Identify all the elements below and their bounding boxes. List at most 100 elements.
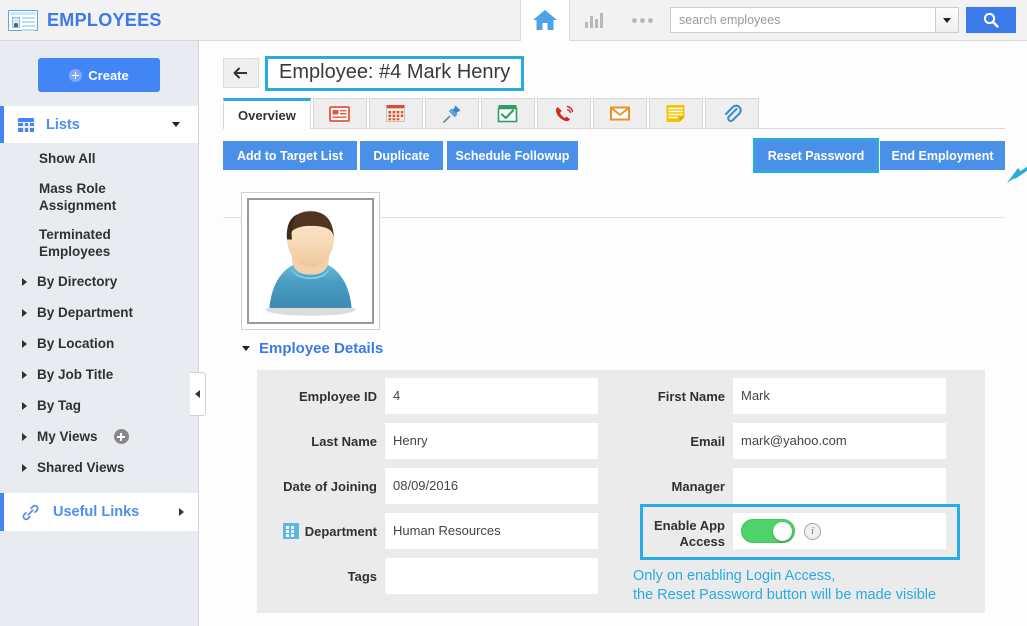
end-employment-button[interactable]: End Employment xyxy=(880,141,1005,170)
field-value-employee-id[interactable]: 4 xyxy=(385,378,598,414)
sidebar-item-by-tag-label: By Tag xyxy=(37,398,82,413)
task-calendar-icon xyxy=(498,105,518,123)
search-input[interactable] xyxy=(670,7,935,33)
tab-pinned[interactable] xyxy=(424,98,479,128)
field-row-manager: Manager xyxy=(605,468,946,513)
chevron-right-icon xyxy=(22,401,27,410)
field-row-first-name: First Name Mark xyxy=(605,378,946,423)
chevron-right-icon xyxy=(179,508,184,516)
title-row: Employee: #4 Mark Henry xyxy=(200,41,1027,91)
field-label-enable-app-access-line1: Enable App xyxy=(653,518,725,533)
app-title: EMPLOYEES xyxy=(47,9,162,30)
plus-circle-icon xyxy=(69,68,83,82)
search-area xyxy=(670,7,1016,33)
employee-details-label: Employee Details xyxy=(259,340,384,357)
reports-button[interactable] xyxy=(570,0,618,41)
sidebar-item-by-location[interactable]: By Location xyxy=(0,328,198,359)
field-row-date-of-joining: Date of Joining 08/09/2016 xyxy=(257,468,598,513)
chevron-right-icon xyxy=(22,277,27,286)
back-button[interactable] xyxy=(223,58,259,88)
field-value-tags[interactable] xyxy=(385,558,598,594)
chevron-right-icon xyxy=(22,370,27,379)
field-value-date-of-joining[interactable]: 08/09/2016 xyxy=(385,468,598,504)
enable-app-access-toggle[interactable] xyxy=(741,519,795,543)
top-bar-tools xyxy=(520,0,1016,41)
search-submit-button[interactable] xyxy=(966,7,1016,33)
tab-overview[interactable]: Overview xyxy=(223,98,311,129)
tab-attachments[interactable] xyxy=(704,98,759,128)
chevron-left-icon xyxy=(195,390,200,398)
field-row-email: Email mark@yahoo.com xyxy=(605,423,946,468)
back-arrow-icon xyxy=(233,67,247,79)
top-bar: EMPLOYEES xyxy=(0,0,1027,41)
tab-tasks[interactable] xyxy=(480,98,535,128)
home-button[interactable] xyxy=(520,0,570,41)
tab-emails[interactable] xyxy=(592,98,647,128)
sidebar-item-useful-links-label: Useful Links xyxy=(53,504,140,520)
link-icon xyxy=(22,504,39,520)
field-row-department: Department Human Resources xyxy=(257,513,598,558)
field-row-employee-id: Employee ID 4 xyxy=(257,378,598,423)
field-label-tags: Tags xyxy=(347,569,377,584)
tab-bar: Overview xyxy=(223,98,1005,129)
tab-news[interactable] xyxy=(312,98,367,128)
field-value-last-name[interactable]: Henry xyxy=(385,423,598,459)
employee-details-section-header[interactable]: Employee Details xyxy=(242,340,383,357)
chevron-right-icon xyxy=(22,432,27,441)
action-bar: Add to Target List Duplicate Schedule Fo… xyxy=(223,138,1005,173)
tab-calendar[interactable] xyxy=(368,98,423,128)
chevron-right-icon xyxy=(22,308,27,317)
more-button[interactable] xyxy=(618,0,666,41)
sidebar-item-by-location-label: By Location xyxy=(37,336,115,351)
sidebar-item-terminated-employees-label: Terminated Employees xyxy=(39,227,111,259)
paperclip-icon xyxy=(724,104,742,122)
home-icon xyxy=(533,10,557,30)
field-label-first-name: First Name xyxy=(657,389,725,404)
sidebar-item-by-tag[interactable]: By Tag xyxy=(0,390,198,421)
search-icon xyxy=(983,12,999,28)
sidebar-item-show-all[interactable]: Show All xyxy=(0,143,198,174)
field-value-email[interactable]: mark@yahoo.com xyxy=(733,423,946,459)
tab-overview-label: Overview xyxy=(238,107,296,123)
tab-notes[interactable] xyxy=(648,98,703,128)
field-label-enable-app-access-line2: Access xyxy=(679,534,725,549)
add-to-target-list-button[interactable]: Add to Target List xyxy=(223,141,357,170)
sidebar-item-by-department-label: By Department xyxy=(37,305,134,320)
sidebar-item-by-job-title[interactable]: By Job Title xyxy=(0,359,198,390)
pin-icon xyxy=(442,105,461,123)
annotation-line-2: the Reset Password button will be made v… xyxy=(633,587,937,603)
form-column-left: Employee ID 4 Last Name Henry Date of Jo… xyxy=(257,378,598,603)
sidebar-item-useful-links[interactable]: Useful Links xyxy=(0,493,198,531)
app-brand: EMPLOYEES xyxy=(0,0,520,40)
field-value-first-name[interactable]: Mark xyxy=(733,378,946,414)
info-icon[interactable]: i xyxy=(804,522,821,540)
field-label-department-text: Department xyxy=(304,524,377,539)
field-row-enable-app-access: Enable App Access i xyxy=(605,513,946,561)
duplicate-button[interactable]: Duplicate xyxy=(360,141,443,170)
bar-chart-icon xyxy=(585,12,603,28)
sidebar-item-shared-views[interactable]: Shared Views xyxy=(0,452,198,483)
add-view-button[interactable] xyxy=(113,429,129,444)
search-dropdown-button[interactable] xyxy=(935,7,959,33)
sidebar-item-my-views[interactable]: My Views xyxy=(0,421,198,452)
notes-icon xyxy=(666,105,685,122)
envelope-icon xyxy=(609,106,630,121)
sidebar-item-lists[interactable]: Lists xyxy=(0,106,198,143)
employee-avatar xyxy=(241,192,380,330)
field-value-department[interactable]: Human Resources xyxy=(385,513,598,549)
sidebar-item-by-department[interactable]: By Department xyxy=(0,297,198,328)
chevron-down-icon xyxy=(943,17,951,23)
sidebar-item-by-directory[interactable]: By Directory xyxy=(0,266,198,297)
sidebar-item-mass-role-assignment[interactable]: Mass Role Assignment xyxy=(0,174,198,220)
reset-password-button[interactable]: Reset Password xyxy=(753,138,879,173)
create-button[interactable]: Create xyxy=(38,58,160,92)
sidebar-collapse-handle[interactable] xyxy=(190,372,206,416)
toggle-knob xyxy=(773,521,792,541)
field-label-employee-id: Employee ID xyxy=(298,389,377,404)
sidebar-item-terminated-employees[interactable]: Terminated Employees xyxy=(0,220,198,266)
field-row-last-name: Last Name Henry xyxy=(257,423,598,468)
chevron-down-icon xyxy=(242,346,250,351)
field-value-manager[interactable] xyxy=(733,468,946,504)
schedule-followup-button[interactable]: Schedule Followup xyxy=(447,141,578,170)
tab-calls[interactable] xyxy=(536,98,591,128)
